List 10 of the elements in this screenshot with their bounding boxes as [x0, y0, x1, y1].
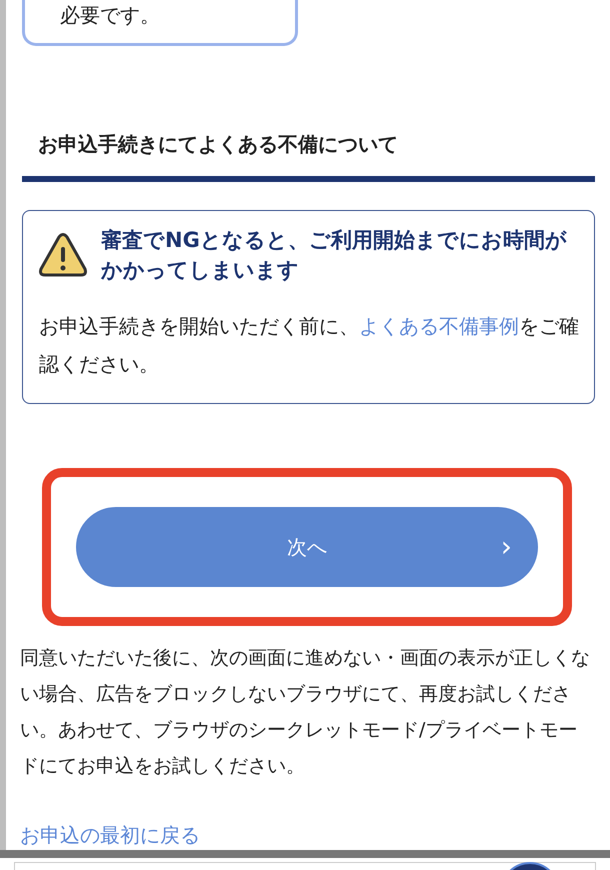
back-link[interactable]: お申込の最初に戻る [20, 822, 595, 849]
warning-title: 審査でNGとなると、ご利用開始までにお時間がかかってしまいます [101, 227, 568, 284]
next-button[interactable]: 次へ › [76, 507, 538, 587]
chevron-icon: › [500, 533, 512, 561]
card-text: 必要です。 [60, 2, 160, 29]
warning-icon [39, 233, 87, 277]
notice-text: 同意いただいた後に、次の画面に進めない・画面の表示が正しくない場合、広告をブロックしないブラウザにて、再度お試しください。あわせて、ブラウザのシークレットモード/プライベートモードにてお申込をお試しください。 [20, 646, 591, 779]
warning-text: お申込手続きを開始いただく前に、よくある不備事例をご確認ください。 [39, 313, 580, 378]
section-heading: お申込手続きにてよくある不備について [38, 131, 399, 158]
faq-link[interactable]: よくある不備事例 [359, 314, 519, 338]
